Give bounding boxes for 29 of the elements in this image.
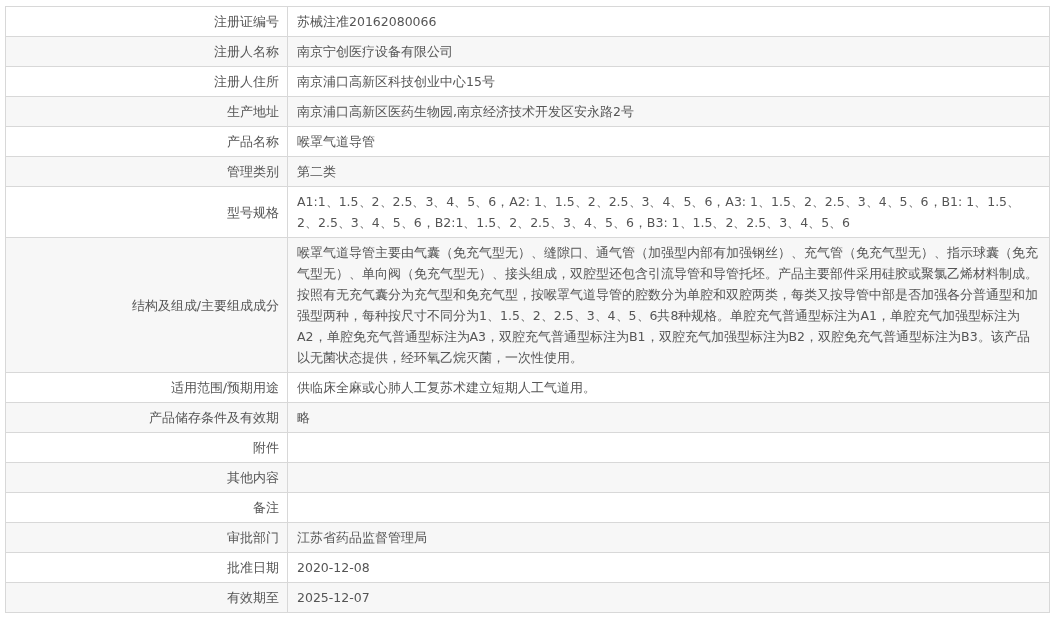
field-label: 产品名称 — [227, 134, 279, 149]
field-label: 注册证编号 — [214, 14, 279, 29]
field-value: 喉罩气道导管 — [297, 134, 375, 149]
field-label: 注册人住所 — [214, 74, 279, 89]
field-label: 有效期至 — [227, 590, 279, 605]
field-label: 管理类别 — [227, 164, 279, 179]
field-label: 其他内容 — [227, 470, 279, 485]
field-value: 喉罩气道导管主要由气囊（免充气型无）、缝隙口、通气管（加强型内部有加强钢丝）、充气管（免充气型无）、指示球囊（免充气型无）、单向阀（免充气型无）、接头组成，双腔型还包含引流导管和导管托坯。产品主要部件采用硅胶或聚氯乙烯材料制成。按照有无充气囊分为充气型和免充气型，按喉罩气道导管的腔数分为单腔和双腔两类，每类又按导管中部是否加强各分普通型和加强型两种，每种按尺寸不同分为1、1.5、2、2.5、3、4、5、6共8种规格。单腔充气普通型标注为A1，单腔充气加强型标注为A2，单腔免充气普通型标注为A3，双腔充气普通型标注为B1，双腔充气加强型标注为B2，双腔免充气普通型标注为B3。该产品以无菌状态提供，经环氧乙烷灭菌，一次性使用。 — [297, 245, 1038, 365]
field-label: 产品储存条件及有效期 — [149, 410, 279, 425]
field-label: 审批部门 — [227, 530, 279, 545]
field-label: 备注 — [253, 500, 279, 515]
field-value: 略 — [297, 410, 310, 425]
field-value: 南京浦口高新区医药生物园,南京经济技术开发区安永路2号 — [297, 104, 634, 119]
field-label: 批准日期 — [227, 560, 279, 575]
field-value: 南京浦口高新区科技创业中心15号 — [297, 74, 495, 89]
field-value: 2025-12-07 — [297, 590, 370, 605]
field-value: 供临床全麻或心肺人工复苏术建立短期人工气道用。 — [297, 380, 596, 395]
field-value: 苏械注准20162080066 — [297, 14, 437, 29]
field-label: 结构及组成/主要组成成分 — [131, 297, 279, 313]
field-value: 南京宁创医疗设备有限公司 — [297, 44, 453, 59]
field-label: 注册人名称 — [214, 44, 279, 59]
field-label: 型号规格 — [227, 204, 279, 220]
field-label: 适用范围/预期用途 — [170, 380, 279, 395]
field-label: 附件 — [253, 440, 279, 455]
field-value: 江苏省药品监督管理局 — [297, 530, 427, 545]
field-value: 第二类 — [297, 164, 336, 179]
field-label: 生产地址 — [227, 104, 279, 119]
field-value: A1:1、1.5、2、2.5、3、4、5、6，A2: 1、1.5、2、2.5、3、4、5、6，A3: 1、1.5、2、2.5、3、4、5、6，B1: 1、1.5、2、2.5、3、4、5、6，B2:1、1.5、2、2.5、3、4、5、6，B3: 1、1.5、2、2.5、3、4、5、6 — [297, 194, 1021, 230]
field-value: 2020-12-08 — [297, 560, 370, 575]
